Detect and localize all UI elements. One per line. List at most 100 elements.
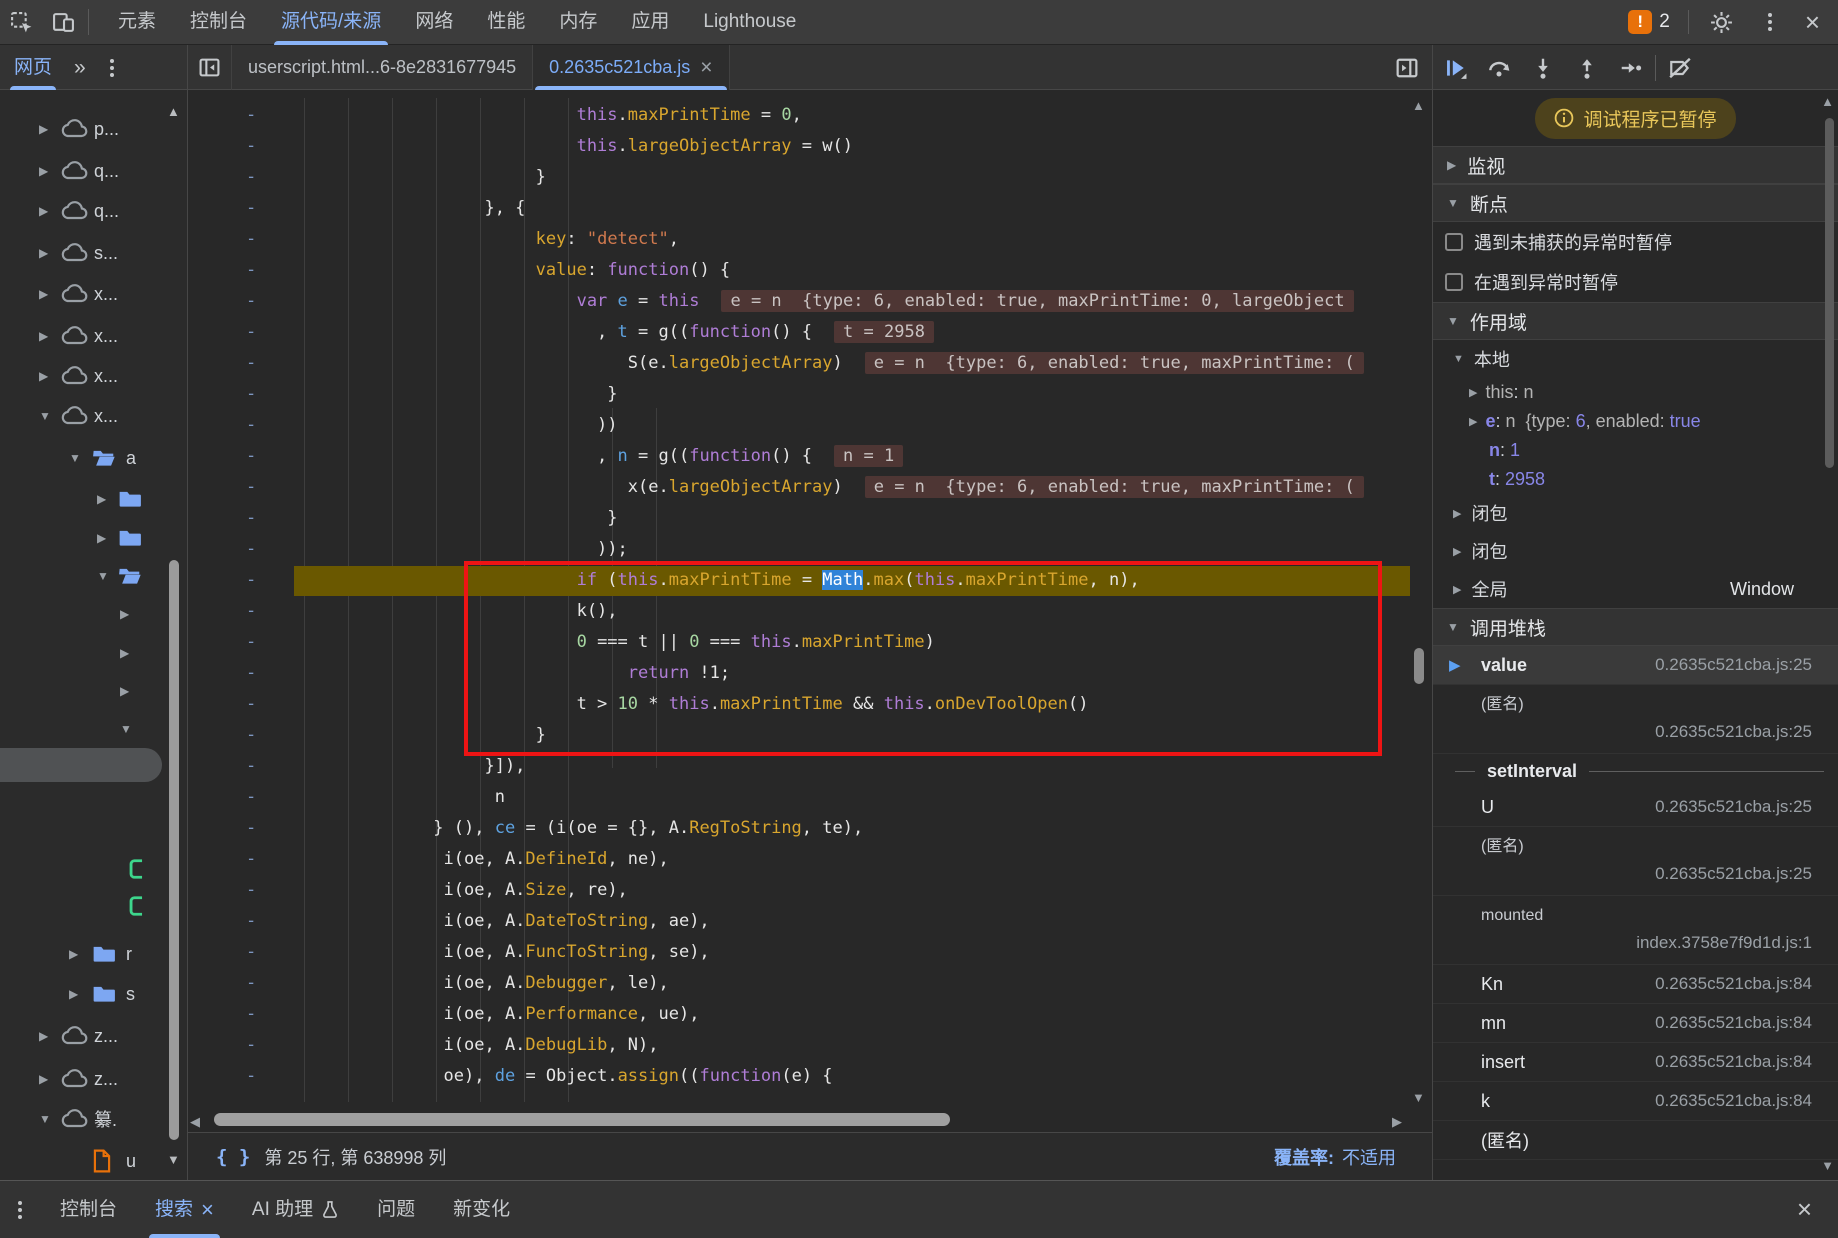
checkbox-unchecked-icon[interactable] bbox=[1445, 273, 1463, 291]
callstack-frame[interactable]: U0.2635c521cba.js:25 bbox=[1433, 788, 1838, 827]
breakpoint-checkbox-row[interactable]: 遇到未捕获的异常时暂停 bbox=[1433, 222, 1838, 262]
tree-item-p[interactable]: ▶p... bbox=[0, 111, 188, 147]
scope-group-闭包[interactable]: ▶闭包 bbox=[1433, 532, 1838, 570]
drawer-tab-搜索[interactable]: 搜索× bbox=[155, 1182, 214, 1238]
code-line[interactable]: - i(oe, A.Debugger, le), bbox=[188, 968, 1432, 999]
tree-item-a[interactable]: ▼a bbox=[0, 440, 188, 476]
horizontal-scroll-thumb[interactable] bbox=[214, 1113, 950, 1126]
code-line[interactable]: - n bbox=[188, 782, 1432, 813]
callstack-frame[interactable]: mountedindex.3758e7f9d1d.js:1 bbox=[1433, 896, 1838, 965]
tree-item-u[interactable]: u bbox=[0, 1143, 188, 1179]
code-line[interactable]: - } bbox=[188, 720, 1432, 751]
deactivate-breakpoints-button[interactable] bbox=[1658, 45, 1702, 90]
section-breakpoints[interactable]: ▼ 断点 bbox=[1433, 184, 1838, 222]
tree-item-selected[interactable] bbox=[0, 748, 162, 782]
tree-item[interactable] bbox=[0, 851, 188, 887]
code-line[interactable]: - i(oe, A.DateToString, ae), bbox=[188, 906, 1432, 937]
checkbox-unchecked-icon[interactable] bbox=[1445, 233, 1463, 251]
coverage-link[interactable]: 覆盖率: 不适用 bbox=[1274, 1144, 1396, 1170]
drawer-tab-问题[interactable]: 问题 bbox=[377, 1182, 415, 1238]
settings-gear-icon[interactable] bbox=[1701, 0, 1743, 45]
code-line[interactable]: - i(oe, A.DefineId, ne), bbox=[188, 844, 1432, 875]
code-line[interactable]: - } bbox=[188, 503, 1432, 534]
tree-item-z[interactable]: ▶z... bbox=[0, 1018, 188, 1054]
scope-group-全局[interactable]: ▶全局Window bbox=[1433, 570, 1838, 608]
issues-button[interactable]: ! 2 bbox=[1622, 10, 1676, 34]
scope-variable[interactable]: t: 2958 bbox=[1433, 465, 1838, 494]
panel-tab-性能[interactable]: 性能 bbox=[470, 0, 542, 45]
callstack-frame[interactable]: mn0.2635c521cba.js:84 bbox=[1433, 1004, 1838, 1043]
step-out-button[interactable] bbox=[1565, 45, 1609, 90]
breakpoint-checkbox-row[interactable]: 在遇到异常时暂停 bbox=[1433, 262, 1838, 302]
code-line[interactable]: - }, { bbox=[188, 193, 1432, 224]
file-tab[interactable]: 0.2635c521cba.js× bbox=[533, 45, 729, 90]
code-line[interactable]: - S(e.largeObjectArray)e = n {type: 6, e… bbox=[188, 348, 1432, 379]
code-line[interactable]: - , n = g((function() {n = 1 bbox=[188, 441, 1432, 472]
panel-scrollbar[interactable] bbox=[1825, 118, 1834, 468]
tree-item-r[interactable]: ▶r bbox=[0, 936, 188, 972]
section-scope[interactable]: ▼ 作用域 bbox=[1433, 302, 1838, 340]
code-line[interactable]: - this.largeObjectArray = w() bbox=[188, 131, 1432, 162]
code-line[interactable]: - i(oe, A.DebugLib, N), bbox=[188, 1030, 1432, 1061]
hide-navigator-icon[interactable] bbox=[188, 45, 232, 90]
tree-item[interactable]: ▶ bbox=[0, 481, 188, 517]
callstack-frame[interactable]: (匿名)0.2635c521cba.js:25 bbox=[1433, 685, 1838, 754]
callstack-frame[interactable]: Kn0.2635c521cba.js:84 bbox=[1433, 965, 1838, 1004]
editor-vertical-scrollbar[interactable] bbox=[1414, 648, 1424, 684]
close-devtools-button[interactable]: × bbox=[1797, 7, 1828, 37]
code-line[interactable]: - )); bbox=[188, 534, 1432, 565]
section-watch[interactable]: ▶ 监视 bbox=[1433, 146, 1838, 184]
tree-item-x[interactable]: ▶x... bbox=[0, 276, 188, 312]
tree-item[interactable]: ▼ bbox=[0, 711, 188, 747]
callstack-frame[interactable]: insert0.2635c521cba.js:84 bbox=[1433, 1043, 1838, 1082]
file-tab[interactable]: userscript.html...6-8e2831677945 bbox=[232, 45, 533, 90]
tree-item[interactable]: ▶ bbox=[0, 673, 188, 709]
code-line[interactable]: - var e = thise = n {type: 6, enabled: t… bbox=[188, 286, 1432, 317]
code-line[interactable]: - value: function() { bbox=[188, 255, 1432, 286]
panel-scroll-down-icon[interactable]: ▼ bbox=[1821, 1158, 1834, 1173]
tree-item-x[interactable]: ▼x... bbox=[0, 398, 188, 434]
navigator-kebab-icon[interactable] bbox=[110, 59, 114, 77]
code-lines[interactable]: - this.maxPrintTime = 0,- this.largeObje… bbox=[188, 100, 1432, 1092]
tree-item-x[interactable]: ▶x... bbox=[0, 318, 188, 354]
callstack-frame[interactable]: (匿名) bbox=[1433, 1121, 1838, 1160]
code-line[interactable]: - i(oe, A.Performance, ue), bbox=[188, 999, 1432, 1030]
code-line[interactable]: - x(e.largeObjectArray)e = n {type: 6, e… bbox=[188, 472, 1432, 503]
pretty-print-icon[interactable]: { } bbox=[216, 1146, 250, 1168]
more-options-icon[interactable] bbox=[1749, 0, 1791, 45]
tree-item-s[interactable]: ▶s... bbox=[0, 235, 188, 271]
tree-item[interactable]: ▶ bbox=[0, 635, 188, 671]
editor-horizontal-scrollbar[interactable]: ◀ ▶ bbox=[188, 1110, 1432, 1132]
tree-item-q[interactable]: ▶q... bbox=[0, 153, 188, 189]
code-line[interactable]: - 0 === t || 0 === this.maxPrintTime) bbox=[188, 627, 1432, 658]
panel-tab-控制台[interactable]: 控制台 bbox=[173, 0, 264, 45]
callstack-frame[interactable]: k0.2635c521cba.js:84 bbox=[1433, 1082, 1838, 1121]
code-line[interactable]: - } (), ce = (i(oe = {}, A.RegToString, … bbox=[188, 813, 1432, 844]
code-line[interactable]: - , t = g((function() {t = 2958 bbox=[188, 317, 1432, 348]
code-line[interactable]: - oe), de = Object.assign((function(e) { bbox=[188, 1061, 1432, 1092]
code-line[interactable]: - k(), bbox=[188, 596, 1432, 627]
code-line[interactable]: - )) bbox=[188, 410, 1432, 441]
code-line[interactable]: - i(oe, A.Size, re), bbox=[188, 875, 1432, 906]
panel-scroll-up-icon[interactable]: ▲ bbox=[1821, 94, 1834, 109]
tree-item-q[interactable]: ▶q... bbox=[0, 193, 188, 229]
more-tabs-chevron[interactable]: » bbox=[74, 56, 86, 80]
scope-group-本地[interactable]: ▼本地 bbox=[1433, 340, 1838, 378]
close-tab-icon[interactable]: × bbox=[201, 1182, 214, 1238]
scope-variable[interactable]: ▶this: n bbox=[1433, 378, 1838, 407]
editor-scroll-down-icon[interactable]: ▼ bbox=[1412, 1090, 1425, 1105]
step-button[interactable] bbox=[1609, 45, 1653, 90]
code-line[interactable]: - this.maxPrintTime = 0, bbox=[188, 100, 1432, 131]
panel-tab-应用[interactable]: 应用 bbox=[614, 0, 686, 45]
close-tab-icon[interactable]: × bbox=[700, 56, 712, 80]
code-line[interactable]: - t > 10 * this.maxPrintTime && this.onD… bbox=[188, 689, 1432, 720]
code-line[interactable]: - } bbox=[188, 162, 1432, 193]
step-into-button[interactable] bbox=[1521, 45, 1565, 90]
scroll-right-icon[interactable]: ▶ bbox=[1392, 1114, 1402, 1130]
panel-tab-内存[interactable]: 内存 bbox=[542, 0, 614, 45]
tree-item[interactable]: ▼ bbox=[0, 558, 188, 594]
resume-script-button[interactable] bbox=[1433, 45, 1477, 90]
tree-item-s[interactable]: ▶s bbox=[0, 976, 188, 1012]
editor-scroll-up-icon[interactable]: ▲ bbox=[1412, 98, 1425, 113]
tree-item-x[interactable]: ▶x... bbox=[0, 358, 188, 394]
